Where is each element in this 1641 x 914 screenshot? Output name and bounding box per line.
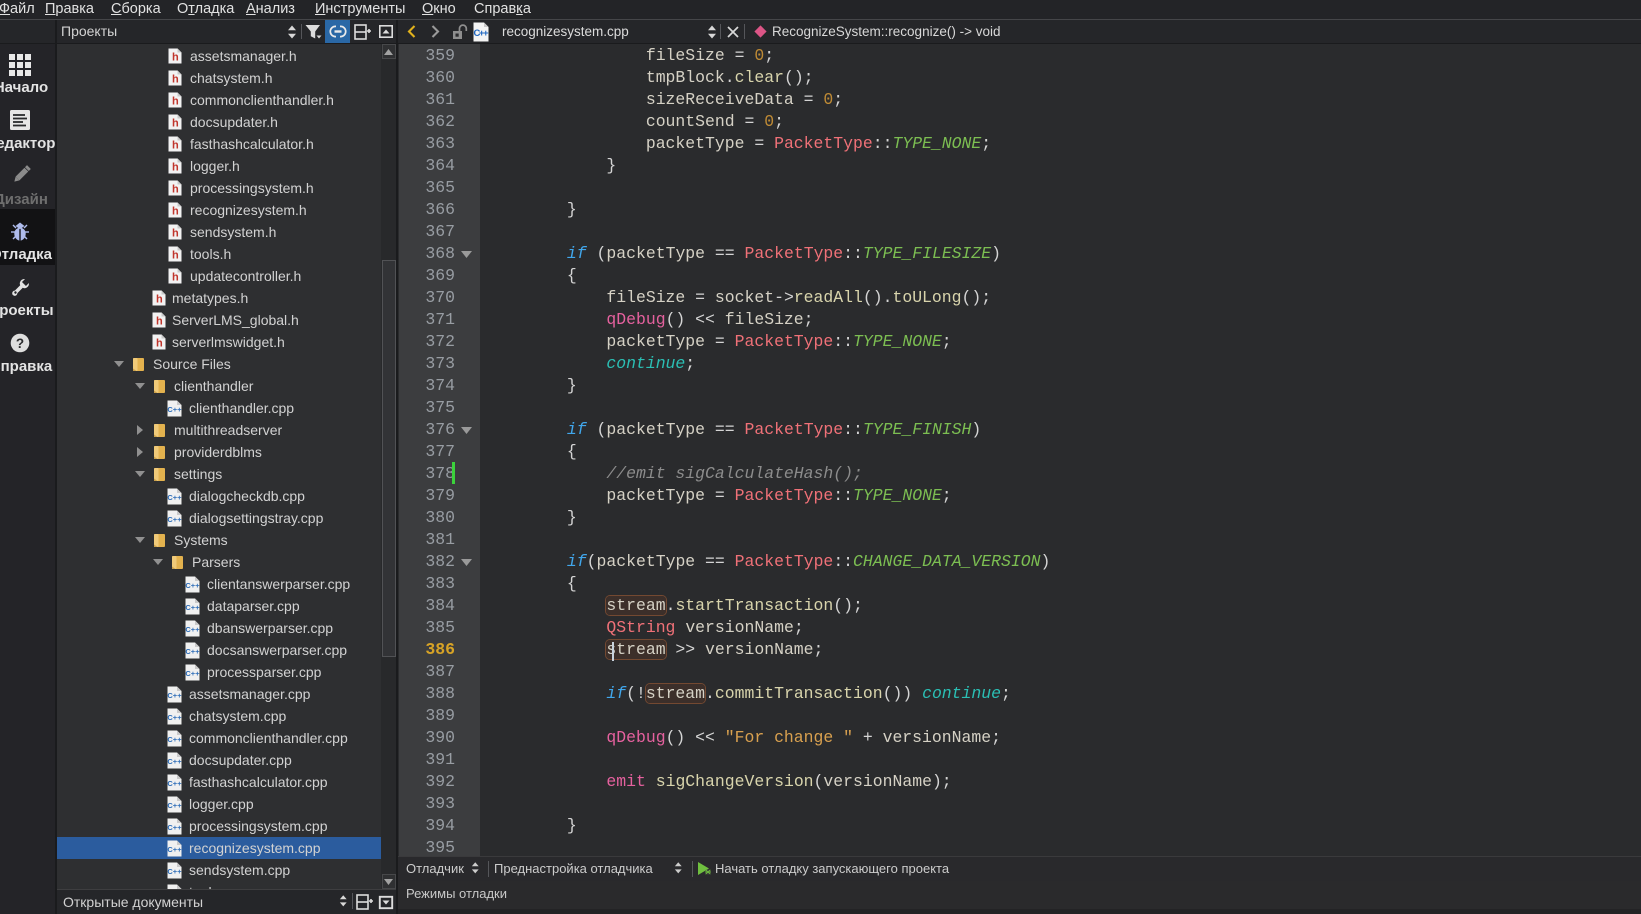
svg-text:h: h	[172, 183, 179, 195]
svg-text:C++: C++	[167, 492, 182, 501]
svg-text:C++: C++	[167, 690, 182, 699]
svg-text:C++: C++	[167, 756, 182, 765]
svg-text:C++: C++	[185, 646, 200, 655]
svg-text:C++: C++	[167, 866, 182, 875]
svg-text:C++: C++	[167, 404, 182, 413]
svg-text:C++: C++	[167, 734, 182, 743]
svg-text:C++: C++	[167, 844, 182, 853]
svg-text:C++: C++	[167, 822, 182, 831]
svg-text:C++: C++	[185, 580, 200, 589]
svg-text:h: h	[156, 337, 163, 349]
svg-text:h: h	[172, 271, 179, 283]
svg-text:h: h	[172, 117, 179, 129]
svg-text:h: h	[156, 315, 163, 327]
svg-text:C++: C++	[167, 514, 182, 523]
svg-text:h: h	[172, 249, 179, 261]
svg-text:h: h	[172, 73, 179, 85]
svg-text:C++: C++	[185, 668, 200, 677]
svg-text:C++: C++	[167, 712, 182, 721]
svg-text:h: h	[156, 293, 163, 305]
svg-text:C++: C++	[185, 602, 200, 611]
svg-text:h: h	[172, 95, 179, 107]
svg-text:?: ?	[16, 336, 24, 351]
svg-text:h: h	[172, 227, 179, 239]
svg-text:C++: C++	[185, 624, 200, 633]
svg-text:h: h	[172, 161, 179, 173]
svg-text:h: h	[172, 205, 179, 217]
svg-text:h: h	[172, 139, 179, 151]
svg-text:h: h	[172, 51, 179, 63]
svg-text:C++: C++	[167, 778, 182, 787]
svg-text:C++: C++	[474, 28, 489, 39]
svg-text:C++: C++	[167, 800, 182, 809]
